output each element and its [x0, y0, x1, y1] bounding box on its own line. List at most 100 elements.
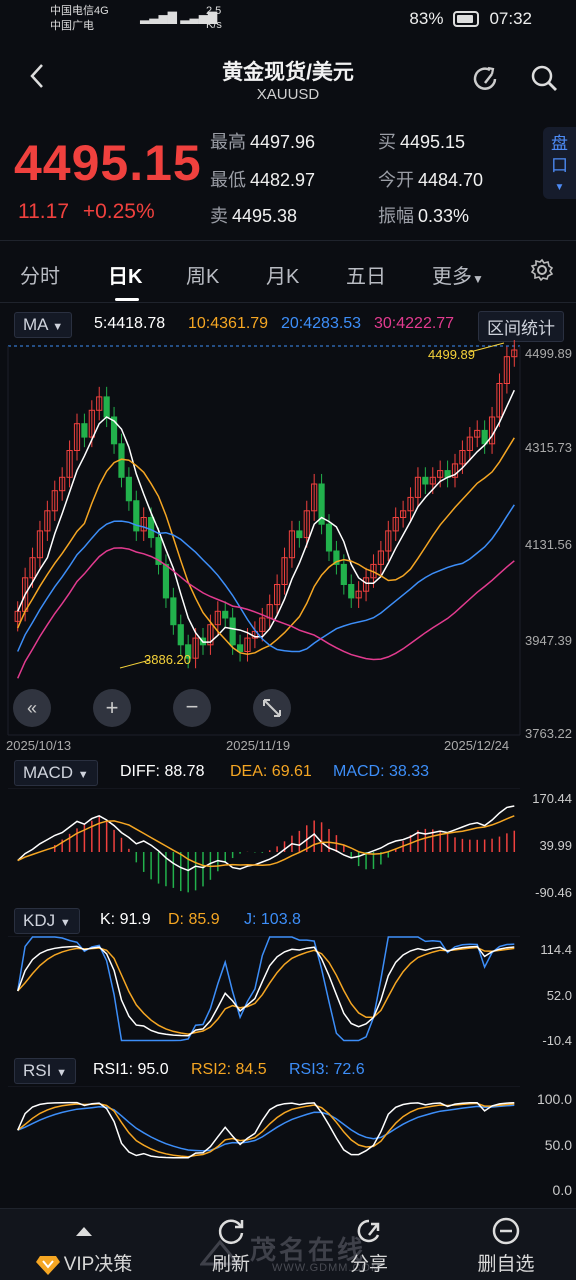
amplitude-value: 0.33%: [418, 206, 470, 226]
net-speed: 2.5 K/s: [206, 4, 222, 32]
ma-selector[interactable]: MA ▼: [14, 312, 73, 338]
tab-monthly[interactable]: 月K: [266, 260, 299, 289]
y-tick: 50.0: [545, 1137, 572, 1153]
battery-icon: [453, 11, 480, 27]
pankou-button[interactable]: 盘口 ▼: [543, 127, 576, 199]
carrier-1: 中国电信4G: [50, 5, 109, 17]
k-line: [16, 945, 515, 1037]
remove-watchlist-button[interactable]: 删自选: [466, 1215, 546, 1276]
candle-body: [236, 644, 244, 652]
min-annotation: 3886.20: [119, 652, 191, 669]
y-tick: 4131.56: [525, 537, 572, 552]
candle-body: [296, 530, 303, 539]
macd-chart[interactable]: 170.44 39.99 -90.46: [0, 788, 576, 900]
kdj-d: D: 85.9: [168, 911, 220, 928]
quote-panel: 4495.15 11.17 +0.25% 最高 4497.96 买 4495.15 …: [0, 120, 576, 230]
y-tick: 0.0: [553, 1182, 573, 1198]
macd-selector[interactable]: MACD ▼: [14, 760, 98, 786]
search-icon[interactable]: [528, 62, 562, 96]
ma5-value: 5:4418.78: [94, 315, 166, 332]
rsi-lines: [17, 1101, 515, 1159]
caret-down-icon: ▼: [56, 1067, 67, 1079]
change-percent: +0.25%: [82, 200, 155, 223]
clock: 07:32: [489, 9, 532, 28]
candle-body: [229, 617, 236, 646]
kdj-selector[interactable]: KDJ ▼: [14, 908, 80, 934]
refresh-icon[interactable]: [468, 62, 502, 96]
kdj-k: K: 91.9: [100, 911, 151, 928]
kline-chart[interactable]: 4499.89 4315.73 4131.56 3947.39 3763.22 …: [0, 340, 576, 752]
remove-watchlist-label: 删自选: [477, 1254, 535, 1275]
candle-body: [422, 476, 429, 485]
ma20-value: 20:4283.53: [281, 315, 362, 332]
kdj-chart[interactable]: 114.4 52.0 -10.4: [0, 936, 576, 1050]
rsi-chart[interactable]: 100.0 50.0 0.0: [0, 1086, 576, 1200]
carrier-info: 中国电信4G 中国广电: [50, 4, 109, 34]
y-tick: -10.4: [542, 1033, 572, 1048]
range-stats-button[interactable]: 区间统计: [478, 311, 564, 342]
max-price-label: 4499.89: [428, 347, 475, 362]
tab-more-label: 更多: [432, 266, 472, 288]
amplitude-label: 振幅: [378, 206, 414, 226]
open-stat: 今开 4484.70: [378, 166, 483, 192]
candle-body: [222, 610, 229, 619]
status-bar: 中国电信4G 中国广电 ▂▃▅▇ ▂▃▅▇ 2.5 K/s 83% 07:32: [0, 0, 576, 40]
candle-body: [81, 423, 88, 438]
caret-down-icon: ▼: [77, 769, 89, 781]
zoom-controls: « + −: [13, 689, 291, 727]
candle-body: [125, 476, 132, 502]
change-value: 11.17: [18, 200, 69, 223]
watermark-house-icon: [198, 1238, 242, 1266]
tab-daily[interactable]: 日K: [108, 260, 142, 289]
y-tick: 52.0: [547, 988, 572, 1003]
net-speed-value: 2.5: [206, 5, 222, 17]
active-tab-indicator: [115, 298, 139, 301]
macd-value: MACD: 38.33: [333, 763, 430, 780]
tab-more[interactable]: 更多▼: [432, 260, 484, 289]
open-label: 今开: [378, 170, 414, 190]
low-stat: 最低 4482.97: [210, 166, 315, 192]
candles: [14, 340, 518, 669]
kdj-j: J: 103.8: [244, 911, 301, 928]
macd-histogram: [54, 816, 516, 893]
macd-dea: DEA: 69.61: [230, 763, 312, 780]
sell-label: 卖: [210, 206, 228, 226]
x-axis: 2025/10/13 2025/11/19 2025/12/24: [6, 738, 509, 752]
ma20-line: [17, 504, 515, 653]
rsi-selector[interactable]: RSI ▼: [14, 1058, 76, 1084]
minus-circle-icon: [492, 1217, 520, 1245]
y-axis: 4499.89 4315.73 4131.56 3947.39 3763.22: [525, 346, 572, 741]
last-price: 4495.15: [14, 135, 202, 191]
high-value: 4497.96: [250, 132, 316, 152]
tab-intraday[interactable]: 分时: [20, 260, 60, 289]
candle-body: [148, 517, 155, 539]
watermark-url: WWW.GDMM.COM: [272, 1262, 382, 1274]
divider: [0, 302, 576, 303]
settings-icon[interactable]: [530, 258, 554, 288]
caret-down-icon: ▼: [59, 917, 71, 929]
candle-body: [170, 597, 177, 626]
vip-decision-button[interactable]: VIP决策: [24, 1215, 144, 1276]
rsi1-value: RSI1: 95.0: [93, 1061, 169, 1078]
pankou-label: 盘口: [551, 134, 568, 175]
low-label: 最低: [210, 170, 246, 190]
status-right: 83% 07:32: [409, 9, 532, 29]
ma-selector-label: MA: [23, 315, 48, 334]
caret-down-icon: ▼: [52, 321, 64, 333]
chevron-down-icon: ▼: [554, 182, 565, 193]
candle-body: [162, 563, 170, 599]
macd-diff: DIFF: 88.78: [120, 763, 205, 780]
price-change: 11.17 +0.25%: [18, 200, 155, 224]
rsi-selector-label: RSI: [23, 1061, 52, 1080]
sell-stat: 卖 4495.38: [210, 202, 297, 228]
divider: [0, 240, 576, 241]
double-chevron-left-icon: «: [27, 698, 37, 718]
minus-icon: −: [186, 694, 199, 719]
y-tick: 4499.89: [525, 346, 572, 361]
tab-five-day[interactable]: 五日: [346, 260, 386, 289]
rsi3-value: RSI3: 72.6: [289, 1061, 365, 1078]
buy-stat: 买 4495.15: [378, 128, 465, 154]
battery-percent: 83%: [409, 9, 444, 28]
tab-weekly[interactable]: 周K: [186, 260, 219, 289]
y-tick: 114.4: [540, 942, 572, 957]
